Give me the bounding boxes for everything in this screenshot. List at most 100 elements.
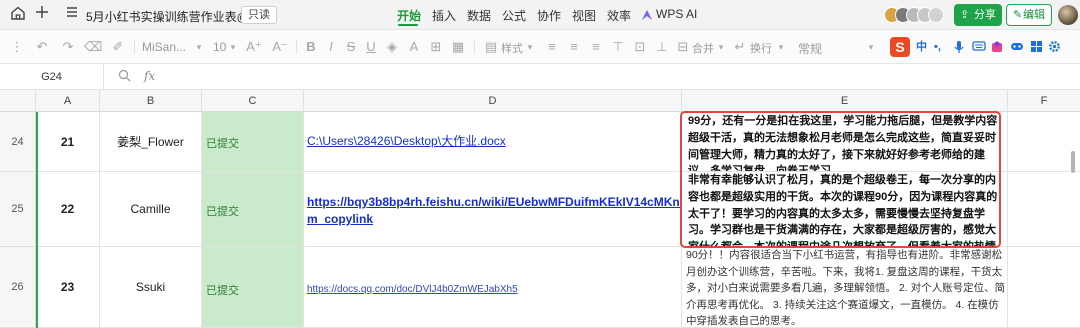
table-cell-submission[interactable]: https://docs.qq.com/doc/DVlJ4b0ZmWEJabXh…: [304, 247, 682, 328]
column-header-b[interactable]: B: [100, 90, 202, 112]
row-header-26[interactable]: 26: [0, 247, 36, 328]
merge-button[interactable]: 合并: [692, 40, 714, 56]
table-cell-submission[interactable]: C:\Users\28426\Desktop\大作业.docx: [304, 112, 682, 172]
submission-link[interactable]: C:\Users\28426\Desktop\大作业.docx: [307, 133, 506, 149]
submission-link-line-2[interactable]: m_copylink: [307, 211, 373, 227]
menu-icon[interactable]: [62, 5, 82, 25]
column-header-e[interactable]: E: [682, 90, 1008, 112]
row-header-25[interactable]: 25: [0, 172, 36, 247]
tab-wps-ai[interactable]: WPS AI: [656, 7, 697, 21]
table-cell-f[interactable]: [1008, 112, 1080, 172]
status-text: 已提交: [206, 285, 239, 297]
column-header-a[interactable]: A: [36, 90, 100, 112]
mic-icon[interactable]: [954, 40, 964, 58]
formula-input[interactable]: [168, 64, 1080, 90]
gear-icon[interactable]: [1048, 40, 1061, 57]
keyboard-icon[interactable]: [972, 40, 986, 56]
font-color-icon[interactable]: A: [406, 39, 422, 55]
table-cell-feedback[interactable]: 非常有幸能够认识了松月，真的是个超级卷王，每一次分享的内容也都是超级实用的干货。…: [682, 172, 1008, 247]
game-icon[interactable]: [1010, 40, 1024, 56]
table-cell-feedback[interactable]: 99分，还有一分是扣在我这里，学习能力拖后腿，但是教学内容超级干活，真的无法想象…: [682, 112, 1008, 172]
clear-format-icon[interactable]: ✐: [110, 39, 126, 55]
toolbox-icon[interactable]: [1030, 40, 1043, 57]
bold-icon[interactable]: B: [304, 39, 318, 55]
tab-insert[interactable]: 插入: [432, 7, 456, 24]
tab-start[interactable]: 开始: [397, 7, 421, 24]
column-header-c[interactable]: C: [202, 90, 304, 112]
merge-icon[interactable]: ⊟: [676, 39, 690, 55]
submission-link[interactable]: https://docs.qq.com/doc/DVlJ4b0ZmWEJabXh…: [307, 282, 518, 298]
table-cell-name[interactable]: Camille: [100, 172, 202, 247]
document-title[interactable]: 5月小红书实操训练营作业表@...: [86, 8, 259, 25]
styles-button[interactable]: 样式: [501, 40, 523, 56]
table-cell-number[interactable]: 21: [36, 112, 100, 172]
format-painter-icon[interactable]: ⌫: [84, 39, 102, 55]
table-cell-f[interactable]: [1008, 172, 1080, 247]
chevron-down-icon[interactable]: ▾: [716, 39, 726, 55]
share-icon: ⇪: [960, 9, 970, 21]
chevron-down-icon[interactable]: ▾: [194, 39, 204, 55]
column-header-d[interactable]: D: [304, 90, 682, 112]
sogou-ime-icon[interactable]: S: [890, 37, 910, 57]
edit-button[interactable]: ✎ 编辑: [1006, 4, 1052, 26]
table-cell-status[interactable]: 已提交: [202, 112, 304, 172]
increase-font-icon[interactable]: A⁺: [246, 39, 262, 55]
chevron-down-icon[interactable]: ▾: [866, 39, 876, 55]
italic-icon[interactable]: I: [324, 39, 338, 55]
styles-icon[interactable]: ▤: [484, 39, 498, 55]
tab-data[interactable]: 数据: [467, 7, 491, 24]
tab-collaborate[interactable]: 协作: [537, 7, 561, 24]
underline-icon[interactable]: U: [364, 39, 378, 55]
more-options-icon[interactable]: ⋮: [10, 39, 24, 55]
table-cell-f[interactable]: [1008, 247, 1080, 328]
skin-icon[interactable]: [990, 40, 1004, 58]
column-header-f[interactable]: F: [1008, 90, 1080, 112]
chevron-down-icon[interactable]: ▾: [228, 39, 238, 55]
cell-style-icon[interactable]: ▦: [450, 39, 466, 55]
table-cell-status[interactable]: 已提交: [202, 247, 304, 328]
number-format-select[interactable]: 常规: [798, 40, 822, 57]
align-center-icon[interactable]: ≡: [566, 39, 582, 55]
share-button[interactable]: ⇪ 分享: [954, 4, 1002, 26]
name-box[interactable]: G24: [0, 64, 104, 90]
row-header-24[interactable]: 24: [0, 112, 36, 172]
align-top-icon[interactable]: ⊤: [610, 39, 626, 55]
decrease-font-icon[interactable]: A⁻: [272, 39, 288, 55]
fill-color-icon[interactable]: ◈: [384, 39, 400, 55]
user-avatar[interactable]: [1058, 5, 1078, 25]
wrap-text-icon[interactable]: ↵: [733, 39, 747, 55]
table-cell-feedback[interactable]: 90分！！内容很适合当下小红书运营，有指导也有进阶。非常感谢松月创办这个训练营，…: [682, 247, 1008, 328]
function-icon[interactable]: fx: [144, 69, 155, 83]
table-cell-name[interactable]: Ssuki: [100, 247, 202, 328]
home-icon[interactable]: [8, 5, 28, 25]
table-cell-name[interactable]: 姜梨_Flower: [100, 112, 202, 172]
redo-icon[interactable]: ↷: [60, 39, 76, 55]
select-all-corner[interactable]: [0, 90, 36, 112]
collaborator-avatars[interactable]: [884, 5, 950, 25]
ime-chinese-mode[interactable]: 中: [916, 40, 927, 54]
font-name-select[interactable]: MiSan...: [142, 40, 186, 54]
align-bottom-icon[interactable]: ⊥: [654, 39, 670, 55]
wrap-text-button[interactable]: 换行: [750, 40, 772, 56]
submission-link-line-1[interactable]: https://bqy3b8bp4rh.feishu.cn/wiki/EUebw…: [307, 194, 681, 210]
table-cell-number[interactable]: 22: [36, 172, 100, 247]
vertical-scrollbar[interactable]: [1071, 151, 1075, 173]
chevron-down-icon[interactable]: ▾: [776, 39, 786, 55]
zoom-cell-icon[interactable]: [118, 69, 131, 85]
punctuation-icon[interactable]: •,: [934, 40, 941, 54]
align-left-icon[interactable]: ≡: [544, 39, 560, 55]
strikethrough-icon[interactable]: S: [344, 39, 358, 55]
borders-icon[interactable]: ⊞: [428, 39, 444, 55]
chevron-down-icon[interactable]: ▾: [525, 39, 535, 55]
font-size-select[interactable]: 10: [213, 40, 226, 54]
tab-view[interactable]: 视图: [572, 7, 596, 24]
align-middle-icon[interactable]: ⊡: [632, 39, 648, 55]
table-cell-submission[interactable]: https://bqy3b8bp4rh.feishu.cn/wiki/EUebw…: [304, 172, 682, 247]
tab-formula[interactable]: 公式: [502, 7, 526, 24]
table-cell-number[interactable]: 23: [36, 247, 100, 328]
table-cell-status[interactable]: 已提交: [202, 172, 304, 247]
align-right-icon[interactable]: ≡: [588, 39, 604, 55]
new-tab-plus-icon[interactable]: [32, 5, 52, 25]
tab-efficiency[interactable]: 效率: [607, 7, 631, 24]
undo-icon[interactable]: ↶: [34, 39, 50, 55]
